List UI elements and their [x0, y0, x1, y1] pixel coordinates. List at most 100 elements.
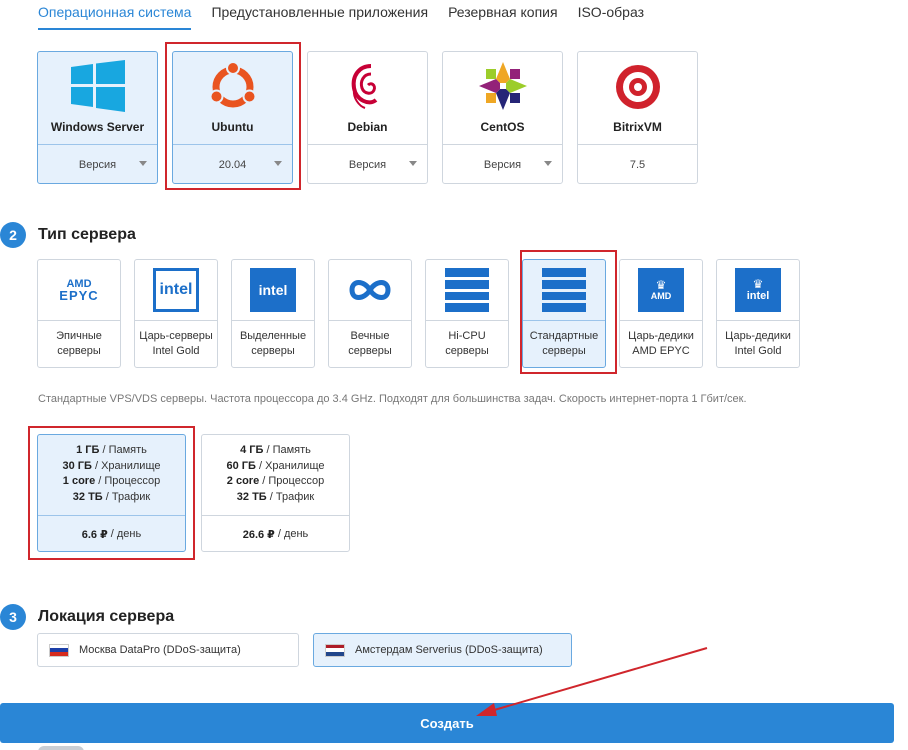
plan-memory: 1 ГБ / Память	[76, 444, 147, 456]
os-card-centos[interactable]: CentOS Версия	[442, 51, 563, 184]
amd-epyc-icon: AMD EPYC	[56, 268, 102, 312]
intel-gold-icon: intel	[153, 268, 199, 312]
os-version-select[interactable]: Версия	[38, 145, 157, 184]
crown-amd-icon: ♛ AMD	[638, 268, 684, 312]
os-name: CentOS	[480, 120, 525, 134]
section-location-heading: 3 Локация сервера	[0, 604, 174, 630]
server-type-label: Царь-дедики	[628, 330, 694, 342]
server-type-hi-cpu[interactable]: Hi-CPU серверы	[425, 259, 509, 368]
centos-logo-icon	[474, 60, 532, 112]
server-type-label: Стандартные	[529, 330, 599, 342]
os-tabs: Операционная система Предустановленные п…	[38, 0, 664, 30]
section-title: Тип сервера	[38, 226, 136, 243]
bitrix-logo-icon	[609, 60, 667, 112]
os-name: BitrixVM	[613, 120, 662, 134]
os-card-bitrixvm[interactable]: BitrixVM 7.5	[577, 51, 698, 184]
server-type-sublabel: серверы	[542, 345, 586, 357]
icon-text: intel	[746, 290, 770, 302]
server-type-label: Царь-дедики	[725, 330, 791, 342]
ubuntu-logo-icon	[204, 60, 262, 112]
os-version-select[interactable]: 20.04	[173, 145, 292, 184]
server-type-label: Выделенные	[239, 330, 307, 342]
os-name: Debian	[347, 120, 388, 134]
os-version-value: Версия	[483, 158, 522, 171]
plan-price: 26.6 ₽ / день	[242, 528, 309, 541]
plan-card-2[interactable]: 4 ГБ / Память 60 ГБ / Хранилище 2 core /…	[201, 434, 350, 552]
os-card-debian[interactable]: Debian Версия	[307, 51, 428, 184]
os-name: Windows Server	[50, 120, 145, 134]
server-type-label: Hi-CPU	[448, 330, 486, 342]
debian-logo-icon	[339, 60, 397, 112]
plan-cpu: 1 core / Процессор	[62, 475, 161, 487]
icon-text: AMD	[650, 291, 672, 301]
os-selector: Windows Server Версия Ubuntu 20.04 Debia…	[37, 51, 698, 184]
plan-storage: 60 ГБ / Хранилище	[226, 459, 325, 472]
step-number-badge: 2	[0, 222, 26, 248]
plan-card-1[interactable]: 1 ГБ / Память 30 ГБ / Хранилище 1 core /…	[37, 434, 186, 552]
chevron-down-icon	[274, 161, 282, 166]
chevron-down-icon	[409, 161, 417, 166]
netherlands-flag-icon	[325, 643, 345, 657]
server-type-selector: AMD EPYC Эпичные серверы intel Царь-серве…	[37, 259, 800, 368]
location-amsterdam[interactable]: Амстердам Serverius (DDoS-защита)	[313, 633, 572, 667]
server-type-sublabel: серверы	[251, 345, 295, 357]
russia-flag-icon	[49, 643, 69, 657]
server-type-sublabel: Intel Gold	[152, 345, 200, 357]
icon-text: intel	[258, 282, 288, 298]
os-card-ubuntu[interactable]: Ubuntu 20.04	[172, 51, 293, 184]
os-version-value: Версия	[348, 158, 387, 171]
location-label: Амстердам Serverius (DDoS-защита)	[355, 644, 543, 656]
plan-price: 6.6 ₽ / день	[81, 528, 142, 541]
server-type-standard[interactable]: Стандартные серверы	[522, 259, 606, 368]
os-version-value: 7.5	[629, 158, 646, 171]
server-type-intel-gold[interactable]: intel Царь-серверы Intel Gold	[134, 259, 218, 368]
create-button[interactable]: Создать	[0, 703, 894, 743]
os-version-value: 7.5	[578, 145, 697, 184]
crown-icon: ♛	[655, 278, 667, 292]
server-type-sublabel: Intel Gold	[734, 345, 782, 357]
server-type-label: Вечные	[350, 330, 390, 342]
server-type-sublabel: серверы	[445, 345, 489, 357]
tab-backup[interactable]: Резервная копия	[448, 0, 558, 30]
tab-iso-image[interactable]: ISO-образ	[578, 0, 644, 30]
tab-operating-system[interactable]: Операционная система	[38, 0, 192, 30]
plan-storage: 30 ГБ / Хранилище	[62, 459, 161, 472]
os-card-windows[interactable]: Windows Server Версия	[37, 51, 158, 184]
plan-memory: 4 ГБ / Память	[240, 444, 311, 456]
section-title: Локация сервера	[38, 608, 175, 625]
server-type-tsar-amd[interactable]: ♛ AMD Царь-дедики AMD EPYC	[619, 259, 703, 368]
plan-selector: 1 ГБ / Память 30 ГБ / Хранилище 1 core /…	[37, 434, 350, 552]
plan-traffic: 32 ТБ / Трафик	[72, 490, 151, 503]
icon-text: EPYC	[59, 288, 99, 303]
os-version-value: Версия	[78, 158, 117, 171]
os-name: Ubuntu	[211, 120, 254, 134]
tab-preinstalled-apps[interactable]: Предустановленные приложения	[211, 0, 428, 30]
os-version-value: 20.04	[218, 158, 247, 171]
server-rack-icon	[444, 268, 490, 312]
crown-icon: ♛	[752, 277, 764, 291]
plan-cpu: 2 core / Процессор	[226, 475, 325, 487]
intel-dedicated-icon: intel	[250, 268, 296, 312]
server-type-eternal[interactable]: Вечные серверы	[328, 259, 412, 368]
location-moscow[interactable]: Москва DataPro (DDoS-защита)	[37, 633, 299, 667]
server-type-sublabel: серверы	[348, 345, 392, 357]
server-type-epyc[interactable]: AMD EPYC Эпичные серверы	[37, 259, 121, 368]
plan-traffic: 32 ТБ / Трафик	[236, 490, 315, 503]
server-type-label: Царь-серверы	[139, 330, 213, 342]
section-server-type-heading: 2 Тип сервера	[0, 222, 136, 248]
server-type-dedicated[interactable]: intel Выделенные серверы	[231, 259, 315, 368]
os-version-select[interactable]: Версия	[443, 145, 562, 184]
server-type-tsar-intel[interactable]: ♛ intel Царь-дедики Intel Gold	[716, 259, 800, 368]
server-type-sublabel: серверы	[57, 345, 101, 357]
infinity-icon	[347, 268, 393, 312]
step-number-badge: 3	[0, 604, 26, 630]
crown-intel-icon: ♛ intel	[735, 268, 781, 312]
server-type-sublabel: AMD EPYC	[632, 345, 690, 357]
server-rack-icon	[541, 268, 587, 312]
icon-text: intel	[159, 281, 193, 298]
chevron-down-icon	[544, 161, 552, 166]
toggle-switch[interactable]	[38, 746, 84, 750]
chevron-down-icon	[139, 161, 147, 166]
windows-logo-icon	[69, 60, 127, 112]
os-version-select[interactable]: Версия	[308, 145, 427, 184]
